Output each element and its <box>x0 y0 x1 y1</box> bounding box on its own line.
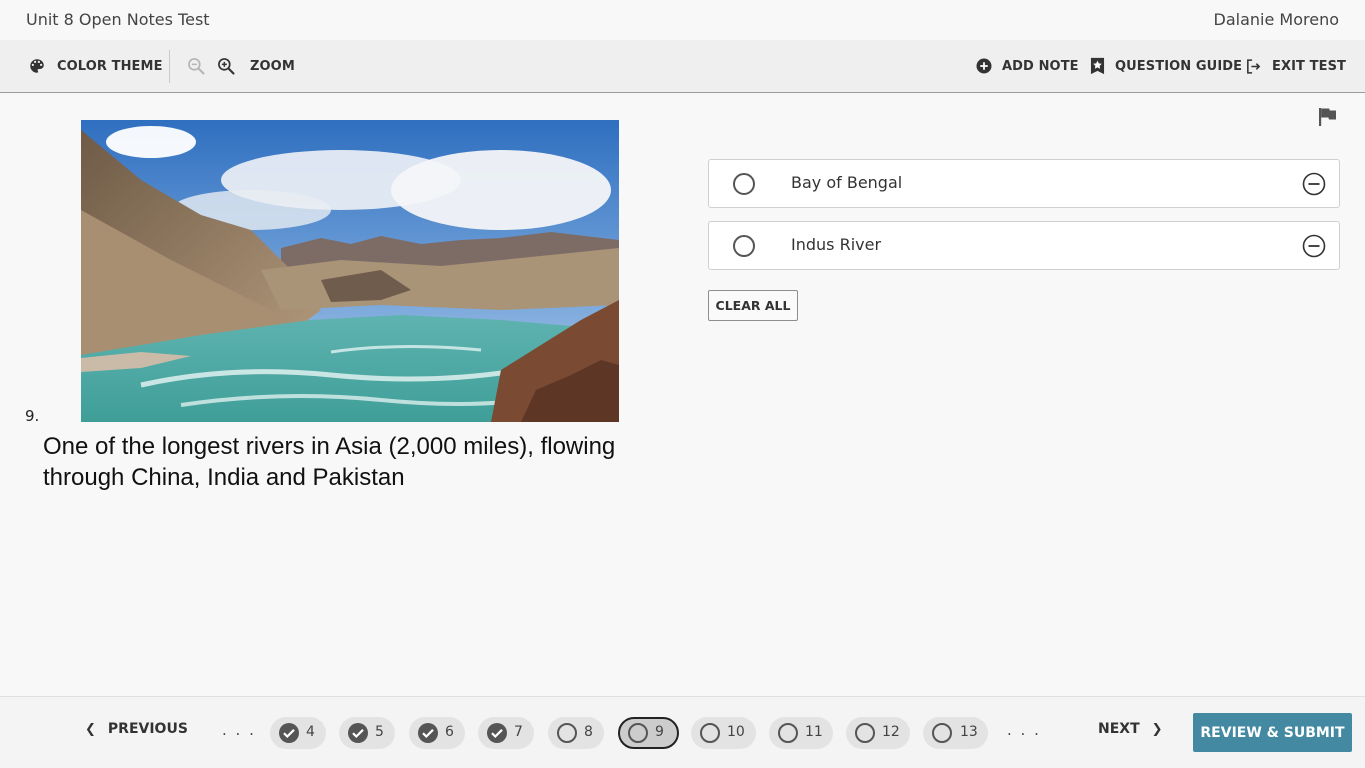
question-text: One of the longest rivers in Asia (2,000… <box>43 433 616 491</box>
add-note-label: ADD NOTE <box>1002 58 1079 74</box>
bookmark-star-icon <box>1089 57 1106 75</box>
eliminate-answer-icon[interactable] <box>1302 172 1326 196</box>
question-pill-12[interactable]: 12 <box>846 717 910 749</box>
chevron-right-icon: ❯ <box>1151 721 1163 737</box>
exit-test-button[interactable]: EXIT TEST <box>1245 40 1346 92</box>
toolbar: COLOR THEME ZOOM ADD NOTE QUESTION GUIDE… <box>0 40 1365 93</box>
question-image <box>81 120 619 422</box>
question-pill-number: 6 <box>445 724 454 740</box>
add-circle-icon <box>975 57 993 75</box>
question-pill-number: 13 <box>960 724 978 740</box>
question-pill-number: 9 <box>655 724 664 740</box>
empty-circle-icon <box>778 723 798 743</box>
review-submit-button[interactable]: REVIEW & SUBMIT <box>1193 713 1352 752</box>
add-note-button[interactable]: ADD NOTE <box>975 40 1079 92</box>
empty-circle-icon <box>628 723 648 743</box>
flag-question-button[interactable] <box>1318 107 1337 131</box>
empty-circle-icon <box>855 723 875 743</box>
check-circle-icon <box>487 723 507 743</box>
check-circle-icon <box>348 723 368 743</box>
question-pill-6[interactable]: 6 <box>409 717 465 749</box>
flag-icon <box>1318 108 1337 131</box>
answer-option-indus-river[interactable]: Indus River <box>708 221 1340 270</box>
answer-option-label: Indus River <box>791 235 882 254</box>
answer-option-bay-of-bengal[interactable]: Bay of Bengal <box>708 159 1340 208</box>
exit-icon <box>1245 58 1262 75</box>
answer-option-label: Bay of Bengal <box>791 173 903 192</box>
ellipsis: . . . <box>1007 721 1041 739</box>
empty-circle-icon <box>557 723 577 743</box>
check-circle-icon <box>279 723 299 743</box>
next-label: NEXT <box>1098 721 1140 737</box>
ellipsis: . . . <box>222 721 256 739</box>
zoom-in-icon <box>216 56 236 76</box>
question-pill-number: 5 <box>375 724 384 740</box>
question-pill-13[interactable]: 13 <box>923 717 988 749</box>
chevron-left-icon: ❮ <box>85 721 96 737</box>
question-pill-7[interactable]: 7 <box>478 717 534 749</box>
previous-label: PREVIOUS <box>107 721 188 737</box>
question-area: 9. One of the longest rivers in Asia (2,… <box>0 93 1365 696</box>
question-pill-number: 12 <box>882 724 900 740</box>
user-name: Dalanie Moreno <box>1213 10 1339 29</box>
zoom-out-icon <box>186 56 206 76</box>
question-pill-number: 4 <box>306 724 315 740</box>
clear-all-button[interactable]: CLEAR ALL <box>708 290 798 321</box>
question-pill-number: 11 <box>805 724 823 740</box>
eliminate-answer-icon[interactable] <box>1302 234 1326 258</box>
question-number: 9. <box>25 407 40 425</box>
question-guide-button[interactable]: QUESTION GUIDE <box>1089 40 1242 92</box>
question-pill-9-current[interactable]: 9 <box>618 717 679 749</box>
radio-button[interactable] <box>733 235 755 257</box>
exit-test-label: EXIT TEST <box>1272 58 1347 74</box>
zoom-out-button[interactable] <box>186 40 206 92</box>
color-theme-label: COLOR THEME <box>57 58 163 74</box>
zoom-label: ZOOM <box>250 58 295 74</box>
title-bar: Unit 8 Open Notes Test Dalanie Moreno <box>0 0 1365 40</box>
question-pill-number: 8 <box>584 724 593 740</box>
question-pill-5[interactable]: 5 <box>339 717 395 749</box>
test-title: Unit 8 Open Notes Test <box>26 10 210 29</box>
empty-circle-icon <box>700 723 720 743</box>
question-pill-4[interactable]: 4 <box>270 717 326 749</box>
next-button[interactable]: NEXT ❯ <box>1098 721 1163 737</box>
toolbar-divider <box>169 50 170 83</box>
check-circle-icon <box>418 723 438 743</box>
question-navigation: ❮ PREVIOUS . . . 4 5 6 7 8 9 10 11 12 13 <box>0 696 1365 768</box>
empty-circle-icon <box>932 723 952 743</box>
question-pill-number: 7 <box>514 724 523 740</box>
question-pill-8[interactable]: 8 <box>548 717 604 749</box>
question-pill-11[interactable]: 11 <box>769 717 833 749</box>
question-guide-label: QUESTION GUIDE <box>1115 58 1243 74</box>
zoom-in-button[interactable]: ZOOM <box>216 40 295 92</box>
palette-icon <box>28 57 46 75</box>
previous-button[interactable]: ❮ PREVIOUS <box>85 721 188 737</box>
color-theme-button[interactable]: COLOR THEME <box>28 40 163 92</box>
question-pill-number: 10 <box>727 724 745 740</box>
radio-button[interactable] <box>733 173 755 195</box>
question-pill-10[interactable]: 10 <box>691 717 756 749</box>
